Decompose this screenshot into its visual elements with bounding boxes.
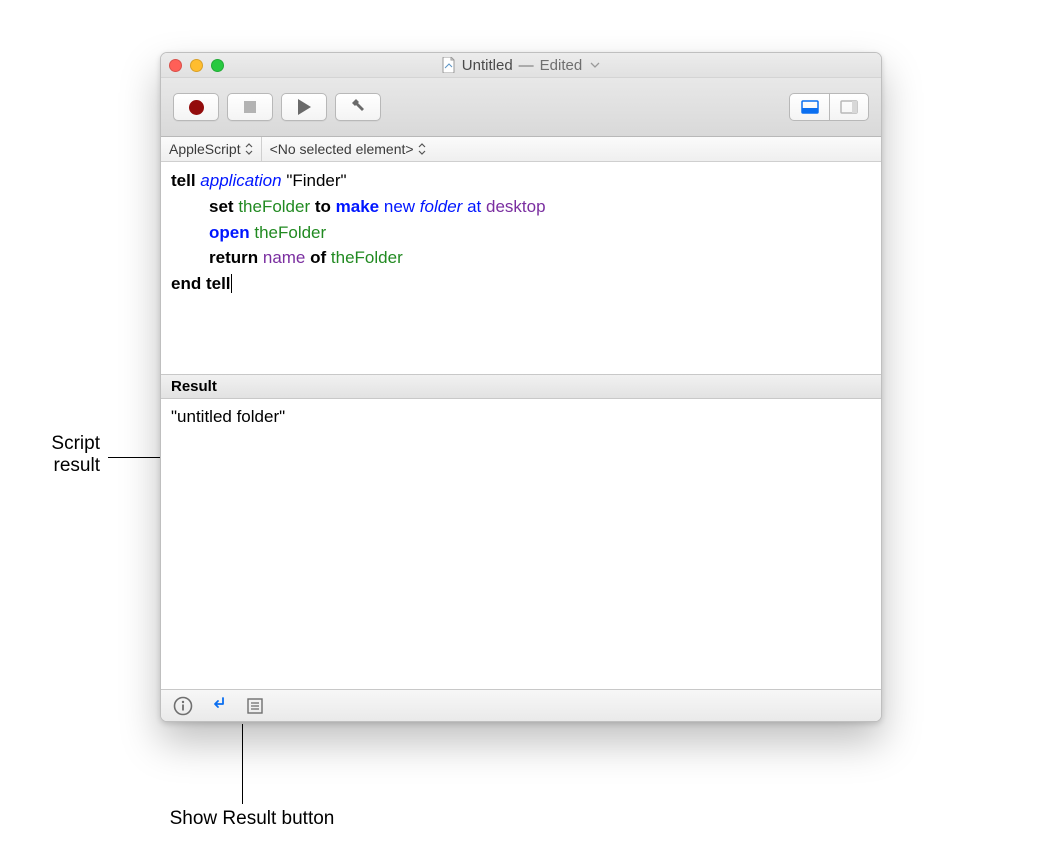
up-down-icon [418, 143, 426, 156]
compile-button[interactable] [335, 93, 381, 121]
show-result-button[interactable] [207, 694, 231, 718]
editor-view-icon [801, 100, 819, 114]
run-button[interactable] [281, 93, 327, 121]
return-icon [209, 693, 229, 718]
chevron-down-icon [590, 59, 600, 71]
navigation-bar: AppleScript <No selected element> [161, 137, 881, 162]
element-selector[interactable]: <No selected element> [262, 137, 434, 161]
document-name: Untitled [462, 57, 513, 74]
record-button[interactable] [173, 93, 219, 121]
play-icon [298, 99, 311, 115]
annotation-line-script-result [108, 457, 160, 458]
titlebar: Untitled — Edited [161, 53, 881, 78]
annotation-script-result: Script result [0, 433, 100, 477]
hammer-icon [349, 96, 367, 119]
document-icon [442, 57, 456, 73]
result-value: "untitled folder" [171, 407, 285, 426]
view-accessory-button[interactable] [829, 93, 869, 121]
description-button[interactable] [171, 694, 195, 718]
document-status: Edited [540, 57, 583, 74]
script-editor-window: Untitled — Edited [160, 52, 882, 722]
stop-icon [244, 101, 256, 113]
annotation-line-show-result [242, 724, 243, 804]
stop-button[interactable] [227, 93, 273, 121]
info-icon [173, 696, 193, 716]
language-selector[interactable]: AppleScript [161, 137, 262, 161]
window-title[interactable]: Untitled — Edited [161, 57, 881, 74]
show-log-button[interactable] [243, 694, 267, 718]
accessory-view-icon [840, 100, 858, 114]
log-icon [246, 697, 264, 715]
record-icon [189, 100, 204, 115]
toolbar [161, 78, 881, 137]
bottom-bar [161, 689, 881, 721]
result-pane-header: Result [161, 374, 881, 399]
up-down-icon [245, 143, 253, 156]
result-pane[interactable]: "untitled folder" [161, 399, 881, 689]
view-editor-button[interactable] [789, 93, 829, 121]
annotation-show-result-button: Show Result button [132, 808, 372, 830]
script-editor[interactable]: tell application "Finder" set theFolder … [161, 162, 881, 374]
view-mode-segmented [789, 93, 869, 121]
